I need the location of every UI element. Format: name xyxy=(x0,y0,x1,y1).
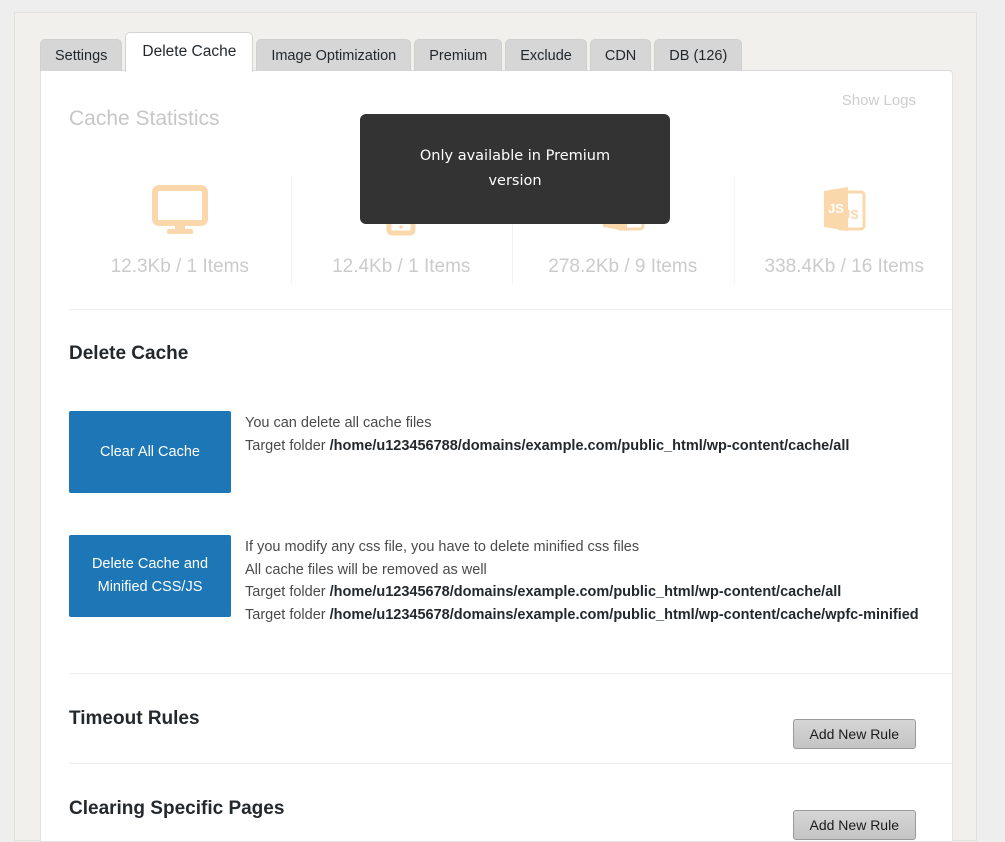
stat-cell-js: JS JS 338.4Kb / 16 Items xyxy=(734,174,954,286)
timeout-rules-heading: Timeout Rules xyxy=(69,708,200,730)
premium-tooltip: Only available in Premium version xyxy=(360,114,670,224)
description-line: All cache files will be removed as well xyxy=(245,559,919,582)
divider-below-stats xyxy=(69,309,953,310)
delete-minified-block: Delete Cache and Minified CSS/JS If you … xyxy=(69,535,919,626)
description-line: If you modify any css file, you have to … xyxy=(245,536,919,559)
tab-delete-cache[interactable]: Delete Cache xyxy=(125,32,253,72)
show-logs-link[interactable]: Show Logs xyxy=(842,92,916,109)
stat-label-desktop: 12.3Kb / 1 Items xyxy=(69,256,291,278)
clear-all-cache-block: Clear All Cache You can delete all cache… xyxy=(69,411,849,493)
admin-page-frame: Settings Delete Cache Image Optimization… xyxy=(14,12,977,841)
description-line: You can delete all cache files xyxy=(245,412,849,435)
tab-strip: Settings Delete Cache Image Optimization… xyxy=(40,29,745,71)
clearing-specific-pages-heading: Clearing Specific Pages xyxy=(69,798,284,820)
delete-cache-minified-button-label-line1: Delete Cache and xyxy=(92,553,208,576)
add-new-rule-button-clearing-pages[interactable]: Add New Rule xyxy=(793,810,917,840)
stat-label-js: 338.4Kb / 16 Items xyxy=(734,256,954,278)
tab-premium[interactable]: Premium xyxy=(414,39,502,71)
svg-text:JS: JS xyxy=(828,201,844,216)
tab-db[interactable]: DB (126) xyxy=(654,39,742,71)
description-line: Target folder /home/u12345678/domains/ex… xyxy=(245,604,919,627)
tab-cdn[interactable]: CDN xyxy=(590,39,651,71)
target-folder-path: /home/u123456788/domains/example.com/pub… xyxy=(330,438,850,454)
tab-image-optimization[interactable]: Image Optimization xyxy=(256,39,411,71)
js-file-icon: JS JS xyxy=(734,182,954,240)
divider-before-timeout-rules xyxy=(69,673,953,674)
delete-cache-minified-button[interactable]: Delete Cache and Minified CSS/JS xyxy=(69,535,231,617)
description-line: Target folder /home/u123456788/domains/e… xyxy=(245,435,849,458)
desktop-icon xyxy=(69,182,291,240)
clear-all-cache-button-label: Clear All Cache xyxy=(100,441,200,464)
delete-cache-minified-button-label-line2: Minified CSS/JS xyxy=(98,576,203,599)
tab-settings[interactable]: Settings xyxy=(40,39,122,71)
premium-tooltip-text: Only available in Premium version xyxy=(415,144,615,194)
target-folder-path: /home/u12345678/domains/example.com/publ… xyxy=(330,607,919,623)
add-new-rule-button-timeout[interactable]: Add New Rule xyxy=(793,719,917,749)
cache-statistics-title: Cache Statistics xyxy=(69,107,220,131)
stat-label-tablet: 12.4Kb / 1 Items xyxy=(291,256,513,278)
stat-cell-desktop: 12.3Kb / 1 Items xyxy=(69,174,291,286)
stat-label-css: 278.2Kb / 9 Items xyxy=(512,256,734,278)
target-folder-path: /home/u12345678/domains/example.com/publ… xyxy=(330,584,842,600)
divider-before-clearing-pages xyxy=(69,763,953,764)
description-line: Target folder /home/u12345678/domains/ex… xyxy=(245,581,919,604)
delete-minified-description: If you modify any css file, you have to … xyxy=(245,535,919,626)
clear-all-cache-description: You can delete all cache files Target fo… xyxy=(245,411,849,493)
delete-cache-heading: Delete Cache xyxy=(69,343,188,365)
tab-exclude[interactable]: Exclude xyxy=(505,39,587,71)
clear-all-cache-button[interactable]: Clear All Cache xyxy=(69,411,231,493)
